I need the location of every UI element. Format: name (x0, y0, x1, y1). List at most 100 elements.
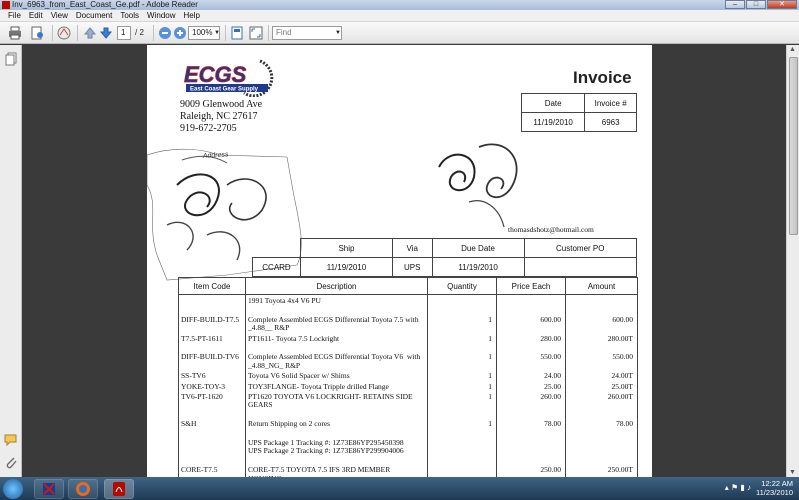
item-price: 600.00 (496, 313, 566, 333)
zoom-out-icon[interactable] (158, 26, 172, 40)
item-quantity: 1 (427, 313, 497, 333)
item-quantity: 1 (427, 332, 497, 352)
item-description: Toyota V6 Solid Spacer w/ Shims (245, 370, 428, 381)
item-quantity: 1 (427, 370, 497, 381)
menu-tools[interactable]: Tools (116, 10, 143, 21)
page-down-icon[interactable] (99, 26, 113, 40)
menu-window[interactable]: Window (143, 10, 179, 21)
ship-col-customer-po: Customer PO (523, 238, 638, 258)
navigation-panel (0, 45, 22, 477)
menu-file[interactable]: File (4, 10, 25, 21)
scroll-down-icon[interactable]: ▼ (789, 469, 796, 476)
line-items-table: Item Code Description Quantity Price Eac… (178, 277, 638, 477)
clock-time: 12:22 AM (761, 479, 793, 488)
description-line: 1991 Toyota 4x4 V6 PU (248, 296, 321, 305)
invoice-number: 6963 (584, 112, 637, 132)
scroll-up-icon[interactable]: ▲ (789, 46, 796, 53)
col-amount: Amount (565, 277, 638, 295)
close-button[interactable]: ✕ (767, 0, 797, 9)
full-screen-icon[interactable] (249, 26, 263, 40)
item-quantity: 1 (427, 418, 497, 438)
sign-icon[interactable] (57, 26, 71, 40)
menu-document[interactable]: Document (72, 10, 116, 21)
menu-bar: File Edit View Document Tools Window Hel… (0, 10, 799, 22)
pages-panel-icon[interactable] (5, 52, 17, 66)
item-description: 1991 Toyota 4x4 V6 PU (245, 294, 428, 314)
item-price: 280.00 (496, 332, 566, 352)
payment-terms: CCARD (252, 257, 301, 277)
distorted-ship-to-artifact (438, 143, 518, 228)
taskbar-app-adobe-reader[interactable] (104, 479, 134, 499)
firefox-icon (76, 482, 90, 496)
clock[interactable]: 12:22 AM 11/23/2010 (756, 479, 793, 497)
description-line: _4.88_NG_ R&P (248, 360, 301, 370)
header-col-invoice-number: Invoice # (584, 93, 637, 113)
customer-email: thomasdshotz@hotmail.com (508, 225, 594, 234)
fit-page-icon[interactable] (230, 26, 244, 40)
item-price: 250.00 (496, 464, 566, 477)
ship-col-due-date: Due Date (431, 238, 525, 258)
item-amount: 550.00 (565, 351, 638, 371)
page-up-icon[interactable] (83, 26, 97, 40)
attachment-icon[interactable] (4, 455, 18, 469)
menu-help[interactable]: Help (180, 10, 204, 21)
adobe-reader-icon (2, 1, 10, 9)
item-quantity (427, 464, 497, 477)
zoom-in-icon[interactable] (173, 26, 187, 40)
chevron-down-icon[interactable]: ▼ (214, 26, 220, 40)
item-code: YOKE-TOY-3 (178, 380, 246, 392)
line-items-body: 1991 Toyota 4x4 V6 PU DIFF-BUILD-T7.5 Comp… (178, 294, 638, 477)
item-code (178, 437, 246, 465)
description-line: TOY3FLANGE- Toyota Tripple drilled Flang… (248, 381, 389, 391)
item-amount: 24.00T (565, 370, 638, 381)
item-quantity: 1 (427, 391, 497, 419)
description-line: _4.88__ R&P (248, 323, 290, 333)
item-description: UPS Package 1 Tracking #: 1Z73E86YP29545… (245, 437, 428, 465)
table-row: S&H Return Shipping on 2 cores 1 78.00 78.00 (178, 418, 638, 438)
company-address-line: 9009 Glenwood Ave (180, 99, 263, 110)
find-dropdown-icon[interactable]: ▼ (335, 26, 341, 40)
taskbar-app-firefox[interactable] (68, 479, 98, 499)
page-total: / 2 (135, 28, 144, 37)
pdf-page: ECGS East Coast Gear Supply 9009 Glenwoo… (147, 45, 652, 477)
invoice-date: 11/19/2010 (520, 112, 586, 132)
item-description: TOY3FLANGE- Toyota Tripple drilled Flang… (245, 380, 428, 392)
scrollbar-thumb[interactable] (789, 57, 798, 235)
invoice-title: Invoice (573, 68, 632, 87)
item-price: 78.00 (496, 418, 566, 438)
ship-col-ship: Ship (300, 238, 393, 258)
taskbar-app-ecgs[interactable] (34, 479, 64, 499)
start-button[interactable] (3, 479, 23, 499)
description-line: Toyota V6 Solid Spacer w/ Shims (248, 371, 350, 381)
company-phone: 919-672-2705 (180, 123, 237, 134)
menu-view[interactable]: View (47, 10, 72, 21)
item-price (496, 294, 566, 314)
col-price-each: Price Each (496, 277, 566, 295)
ship-col-via: Via (391, 238, 433, 258)
vertical-scrollbar[interactable]: ▲ ▼ (786, 45, 799, 477)
comment-icon[interactable] (4, 433, 18, 447)
window-titlebar[interactable]: Inv_6963_from_East_Coast_Ge.pdf - Adobe … (0, 0, 799, 10)
logo-main-text: ECGS (184, 62, 247, 87)
maximize-button[interactable]: □ (746, 0, 766, 9)
description-line (248, 305, 425, 313)
item-price (496, 437, 566, 465)
page-number-input[interactable]: 1 (117, 26, 131, 40)
description-line: UPS Package 2 Tracking #: 1Z73E86YP29990… (248, 446, 404, 456)
table-row: YOKE-TOY-3 TOY3FLANGE- Toyota Tripple dri… (178, 380, 638, 392)
minimize-button[interactable]: – (725, 0, 745, 9)
item-price: 25.00 (496, 380, 566, 392)
system-tray-icons[interactable]: ▴ ⚑ ▮ ♪ (725, 483, 751, 492)
description-line (248, 429, 425, 437)
description-line: PT1611- Toyota 7.5 Lockright (248, 333, 340, 343)
item-amount: 600.00 (565, 313, 638, 333)
table-row: UPS Package 1 Tracking #: 1Z73E86YP29545… (178, 437, 638, 465)
ship-via: UPS (391, 257, 433, 277)
pages-icon[interactable] (30, 26, 44, 40)
item-description: Return Shipping on 2 cores (245, 418, 428, 438)
table-row: DIFF-BUILD-TV6 Complete Assembled ECGS Di… (178, 351, 638, 371)
find-input[interactable]: Find (272, 26, 342, 40)
menu-edit[interactable]: Edit (25, 10, 47, 21)
ecgs-logo: ECGS East Coast Gear Supply (184, 59, 274, 97)
print-icon[interactable] (8, 26, 22, 40)
